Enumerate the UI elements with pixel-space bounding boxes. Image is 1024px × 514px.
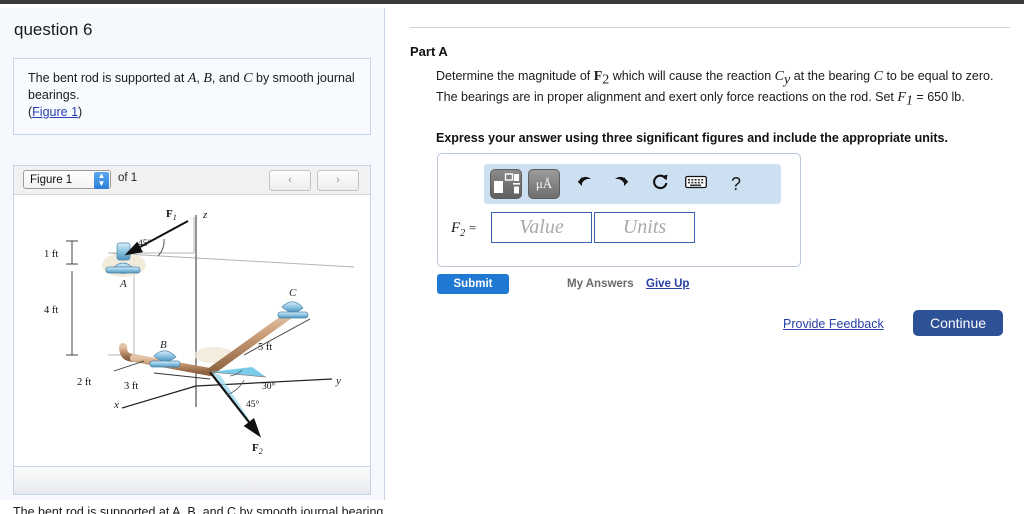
- figure-count-label: of 1: [118, 172, 138, 184]
- page-title: question 6: [14, 20, 93, 39]
- prompt-seg-3: at the bearing: [790, 69, 874, 83]
- figure-canvas: z y x A B C F1 45° 30° 45° F2 1 ft 4 ft …: [14, 195, 370, 467]
- prompt-seg-2: which will cause the reaction: [609, 69, 775, 83]
- units-icon[interactable]: μÅ: [528, 169, 560, 199]
- continue-button[interactable]: Continue: [913, 310, 1003, 336]
- statement-point-b: B: [203, 71, 212, 86]
- question-pane: question 6 The bent rod is supported at …: [0, 8, 385, 514]
- answer-variable-label: F2 =: [451, 220, 476, 239]
- dimension-5ft-label: 5 ft: [258, 342, 272, 353]
- angle-45-top-label: 45°: [138, 238, 152, 249]
- angle-45-bottom-label: 45°: [246, 399, 260, 410]
- statement-sep-2: , and: [211, 71, 244, 85]
- help-icon[interactable]: ?: [724, 172, 748, 196]
- prompt-c-symbol: C: [873, 69, 883, 84]
- redo-icon[interactable]: [610, 172, 634, 196]
- keyboard-icon[interactable]: [684, 172, 708, 196]
- figure-footer-bar: [14, 466, 370, 494]
- answer-equals: =: [468, 220, 477, 235]
- dimension-4ft-label: 4 ft: [44, 305, 58, 316]
- force-f2-label: F2: [252, 442, 263, 456]
- prompt-seg-5: = 650 lb.: [912, 90, 965, 104]
- units-input[interactable]: Units: [594, 212, 695, 243]
- answer-instruction: Express your answer using three signific…: [436, 131, 948, 145]
- figure-link[interactable]: Figure 1: [32, 105, 78, 119]
- statement-point-c: C: [243, 71, 253, 86]
- answer-symbol-sub: 2: [460, 228, 466, 239]
- my-answers-link[interactable]: My Answers: [567, 278, 634, 290]
- figure-prev-button[interactable]: ‹: [269, 170, 311, 191]
- statement-text-pre: The bent rod is supported at: [28, 71, 188, 85]
- figure-viewer: Figure 1 ▲ ▼ of 1 ‹ › z y x A B C F1 45°…: [13, 165, 371, 495]
- force-f1-label: F1: [166, 208, 177, 222]
- axis-x-label: x: [113, 399, 119, 411]
- page-bottom-edge: [0, 500, 1024, 505]
- rod-segment-to-c: [206, 309, 296, 376]
- answer-pane: Part A Determine the magnitude of F2 whi…: [386, 8, 1024, 500]
- bearing-a-label: A: [119, 278, 127, 290]
- answer-entry-panel: μÅ ? F2 = Value Units: [437, 153, 801, 267]
- page-root: question 6 The bent rod is supported at …: [0, 4, 1024, 514]
- figure-select[interactable]: Figure 1 ▲ ▼: [23, 170, 111, 189]
- give-up-link[interactable]: Give Up: [646, 278, 689, 290]
- prompt-cy-symbol: C: [774, 69, 784, 84]
- bent-rod-diagram: z y x A B C F1 45° 30° 45° F2 1 ft 4 ft …: [44, 208, 355, 456]
- force-f1-arrow: [124, 220, 189, 256]
- prompt-seg-1: Determine the magnitude of: [436, 69, 594, 83]
- reset-icon[interactable]: [648, 172, 672, 196]
- prompt-f2-symbol: F: [593, 69, 603, 84]
- fraction-template-icon[interactable]: [490, 169, 522, 199]
- chevron-updown-icon: ▲ ▼: [94, 172, 109, 189]
- answer-symbol: F: [451, 220, 461, 236]
- axis-z-label: z: [202, 209, 208, 221]
- part-a-prompt: Determine the magnitude of F2 which will…: [436, 68, 1001, 110]
- submit-button[interactable]: Submit: [437, 274, 509, 294]
- prompt-f1-sub: 1: [905, 93, 913, 109]
- dimension-3ft-label: 3 ft: [124, 381, 138, 392]
- bearing-c: [277, 301, 309, 319]
- math-input-toolbar: μÅ ?: [484, 164, 781, 204]
- angle-30-label: 30°: [262, 381, 276, 392]
- axis-y-label: y: [335, 375, 341, 387]
- figure-toolbar: Figure 1 ▲ ▼ of 1 ‹ ›: [14, 166, 370, 195]
- dimension-1ft-label: 1 ft: [44, 249, 58, 260]
- dimension-2ft-label: 2 ft: [77, 377, 91, 388]
- figure-next-button[interactable]: ›: [317, 170, 359, 191]
- provide-feedback-link[interactable]: Provide Feedback: [783, 317, 884, 331]
- figure-select-value: Figure 1: [30, 174, 73, 186]
- question-statement-box: The bent rod is supported at A, B, and C…: [13, 58, 371, 135]
- prompt-f1-symbol: F: [897, 90, 906, 105]
- bearing-b-label: B: [160, 339, 167, 351]
- section-divider: [410, 27, 1010, 28]
- undo-icon[interactable]: [572, 172, 596, 196]
- value-input[interactable]: Value: [491, 212, 592, 243]
- clipped-statement-text: The bent rod is supported at A, B, and C…: [13, 505, 383, 514]
- paren-close: ): [78, 105, 83, 119]
- bearing-c-label: C: [289, 287, 297, 299]
- part-a-heading: Part A: [410, 44, 448, 59]
